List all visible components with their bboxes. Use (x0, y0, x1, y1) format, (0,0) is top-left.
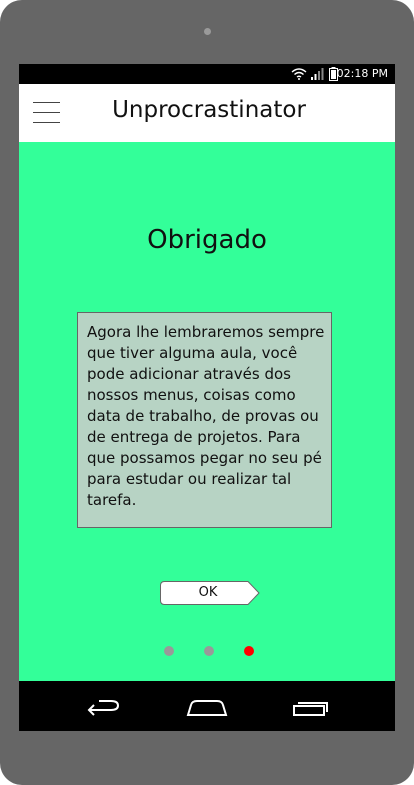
page-dot-2[interactable] (204, 646, 214, 656)
app-title: Unprocrastinator (112, 97, 306, 123)
home-icon[interactable] (185, 691, 229, 721)
content-area: Obrigado Agora lhe lembraremos sempre qu… (19, 142, 395, 681)
ok-button[interactable]: OK (160, 581, 260, 605)
page-indicator (19, 646, 395, 658)
status-bar: 02:18 PM (19, 64, 395, 84)
back-icon[interactable] (81, 691, 125, 721)
status-icons (291, 66, 343, 82)
navigation-bar (19, 681, 395, 731)
device-frame: 02:18 PM Unprocrastinator Obrigado Agora… (0, 0, 414, 785)
app-bar: Unprocrastinator (19, 84, 395, 143)
page-heading: Obrigado (147, 225, 267, 255)
speaker-dot (204, 28, 211, 35)
message-box: Agora lhe lembraremos sempre que tiver a… (77, 312, 332, 528)
wifi-icon (291, 68, 307, 80)
status-time: 02:18 PM (336, 67, 388, 80)
page-dot-3[interactable] (244, 646, 254, 656)
ok-button-label: OK (198, 585, 218, 600)
signal-icon (311, 68, 324, 80)
screen: 02:18 PM Unprocrastinator Obrigado Agora… (19, 64, 395, 731)
recent-apps-icon[interactable] (289, 691, 333, 721)
page-dot-1[interactable] (164, 646, 174, 656)
